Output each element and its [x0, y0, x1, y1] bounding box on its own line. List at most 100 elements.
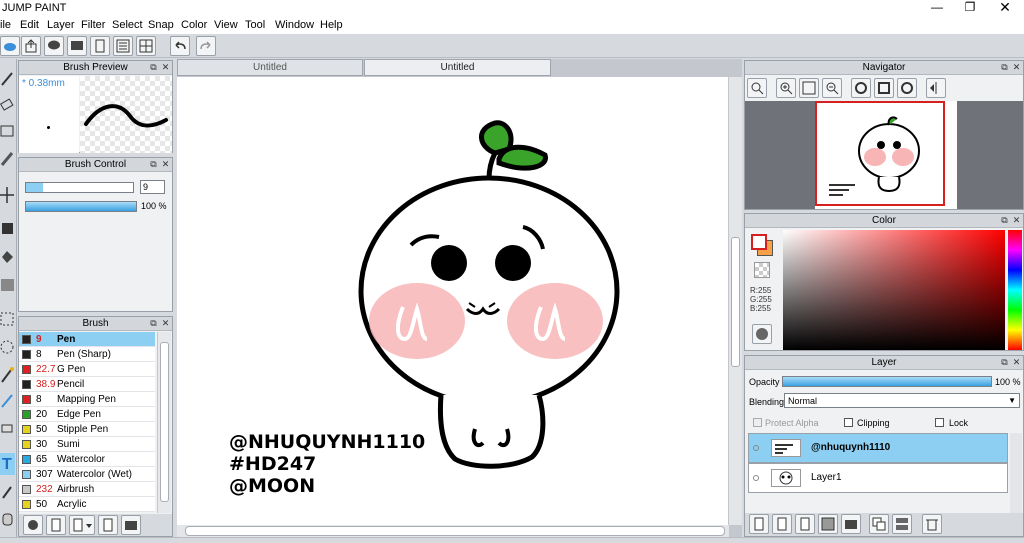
- eyedropper-tool-icon[interactable]: [0, 481, 15, 503]
- grid-icon[interactable]: [136, 36, 156, 56]
- canvas-horizontal-scrollbar[interactable]: [177, 525, 729, 537]
- list-item[interactable]: 8 Pen (Sharp): [19, 347, 155, 362]
- lock-checkbox[interactable]: [935, 418, 944, 427]
- foreground-color-swatch[interactable]: [751, 234, 767, 250]
- layer-opacity-slider[interactable]: [782, 376, 992, 387]
- color-gradient-picker[interactable]: [783, 230, 1005, 350]
- list-item[interactable]: 232 Airbrush: [19, 482, 155, 497]
- undo-icon[interactable]: [170, 36, 190, 56]
- new-text-layer-icon[interactable]: [772, 514, 792, 534]
- list-item[interactable]: 20 Edge Pen: [19, 407, 155, 422]
- panel-close-icon[interactable]: ✕: [161, 160, 170, 169]
- menu-color[interactable]: Color: [181, 19, 207, 31]
- clipping-checkbox[interactable]: [844, 418, 853, 427]
- menu-layer[interactable]: Layer: [47, 19, 75, 31]
- list-item[interactable]: 22.7 G Pen: [19, 362, 155, 377]
- reset-rotation-icon[interactable]: [874, 78, 894, 98]
- layer-scrollbar[interactable]: [1010, 433, 1022, 513]
- duplicate-layer-icon[interactable]: [869, 514, 889, 534]
- delete-layer-icon[interactable]: [922, 514, 942, 534]
- fit-screen-icon[interactable]: [799, 78, 819, 98]
- panel-float-icon[interactable]: ⧉: [149, 319, 158, 328]
- page-icon[interactable]: [90, 36, 110, 56]
- brush-size-slider[interactable]: [25, 182, 134, 193]
- hue-slider[interactable]: [1008, 230, 1022, 350]
- minimize-button[interactable]: —: [920, 0, 954, 17]
- menu-view[interactable]: View: [214, 19, 238, 31]
- navigator-view[interactable]: [745, 101, 1023, 209]
- pen-tool-icon[interactable]: [0, 69, 15, 91]
- list-icon[interactable]: [113, 36, 133, 56]
- menu-snap[interactable]: Snap: [148, 19, 174, 31]
- menu-filter[interactable]: Filter: [81, 19, 105, 31]
- transparent-color-swatch[interactable]: [754, 262, 770, 278]
- zoom-in-icon[interactable]: [747, 78, 767, 98]
- share-icon[interactable]: [21, 36, 41, 56]
- brush-tool-icon[interactable]: [0, 149, 15, 171]
- panel-close-icon[interactable]: ✕: [161, 319, 170, 328]
- new-folder-icon[interactable]: [841, 514, 861, 534]
- layer-row[interactable]: Layer1: [748, 463, 1008, 493]
- redo-icon[interactable]: [196, 36, 216, 56]
- folder-icon[interactable]: [121, 515, 141, 535]
- palette-icon[interactable]: [752, 324, 772, 344]
- magic-wand-tool-icon[interactable]: [0, 364, 15, 386]
- brush-import-icon[interactable]: [98, 515, 118, 535]
- select-pen-tool-icon[interactable]: [0, 391, 15, 413]
- text-tool-icon[interactable]: T: [0, 453, 15, 475]
- maximize-button[interactable]: ❐: [953, 0, 987, 17]
- panel-float-icon[interactable]: ⧉: [1000, 216, 1009, 225]
- brush-list-scrollbar[interactable]: [157, 332, 171, 513]
- list-item[interactable]: 50 Acrylic: [19, 497, 155, 512]
- eye-icon[interactable]: [753, 445, 759, 451]
- lasso-tool-icon[interactable]: [0, 337, 15, 359]
- comment-icon[interactable]: [44, 36, 64, 56]
- list-item[interactable]: 50 Stipple Pen: [19, 422, 155, 437]
- select-eraser-tool-icon[interactable]: [0, 419, 15, 441]
- list-item[interactable]: 65 Watercolor: [19, 452, 155, 467]
- panel-float-icon[interactable]: ⧉: [1000, 63, 1009, 72]
- canvas-vertical-scrollbar[interactable]: [728, 77, 742, 525]
- eraser-tool-icon[interactable]: [0, 95, 15, 117]
- menu-file[interactable]: ile: [0, 19, 11, 31]
- panel-float-icon[interactable]: ⧉: [149, 63, 158, 72]
- merge-layer-icon[interactable]: [892, 514, 912, 534]
- cloud-icon[interactable]: [0, 36, 20, 56]
- eye-icon[interactable]: [753, 475, 759, 481]
- panel-float-icon[interactable]: ⧉: [149, 160, 158, 169]
- close-button[interactable]: ✕: [988, 0, 1022, 17]
- hand-tool-icon[interactable]: [0, 509, 15, 531]
- panel-close-icon[interactable]: ✕: [1012, 63, 1021, 72]
- menu-edit[interactable]: Edit: [20, 19, 39, 31]
- panel-close-icon[interactable]: ✕: [1012, 358, 1021, 367]
- fill-rect-tool-icon[interactable]: [0, 219, 15, 241]
- brush-menu-icon[interactable]: [69, 515, 95, 535]
- blending-select[interactable]: Normal ▼: [784, 393, 1020, 408]
- rotate-right-icon[interactable]: [897, 78, 917, 98]
- message-icon[interactable]: [67, 36, 87, 56]
- new-tone-layer-icon[interactable]: [818, 514, 838, 534]
- list-item[interactable]: 8 Mapping Pen: [19, 392, 155, 407]
- flip-icon[interactable]: [926, 78, 946, 98]
- new-raster-layer-icon[interactable]: [795, 514, 815, 534]
- tab-untitled-2[interactable]: Untitled: [364, 59, 551, 76]
- list-item[interactable]: 38.9 Pencil: [19, 377, 155, 392]
- panel-close-icon[interactable]: ✕: [161, 63, 170, 72]
- brush-settings-icon[interactable]: [23, 515, 43, 535]
- menu-help[interactable]: Help: [320, 19, 343, 31]
- rotate-left-icon[interactable]: [851, 78, 871, 98]
- list-item[interactable]: 30 Sumi: [19, 437, 155, 452]
- brush-size-input[interactable]: 9: [140, 180, 165, 194]
- bucket-tool-icon[interactable]: [0, 247, 15, 269]
- protect-alpha-checkbox[interactable]: [753, 418, 762, 427]
- panel-close-icon[interactable]: ✕: [1012, 216, 1021, 225]
- rectangle-tool-icon[interactable]: [0, 121, 15, 143]
- menu-window[interactable]: Window: [275, 19, 314, 31]
- new-layer-icon[interactable]: [749, 514, 769, 534]
- list-item[interactable]: 307 Watercolor (Wet): [19, 467, 155, 482]
- layer-row[interactable]: @nhuquynh1110: [748, 433, 1008, 463]
- brush-opacity-slider[interactable]: [25, 201, 137, 212]
- zoom-out-icon[interactable]: [822, 78, 842, 98]
- panel-float-icon[interactable]: ⧉: [1000, 358, 1009, 367]
- drawing-canvas[interactable]: @NHUQUYNH1110 #HD247 @MOON: [177, 77, 729, 525]
